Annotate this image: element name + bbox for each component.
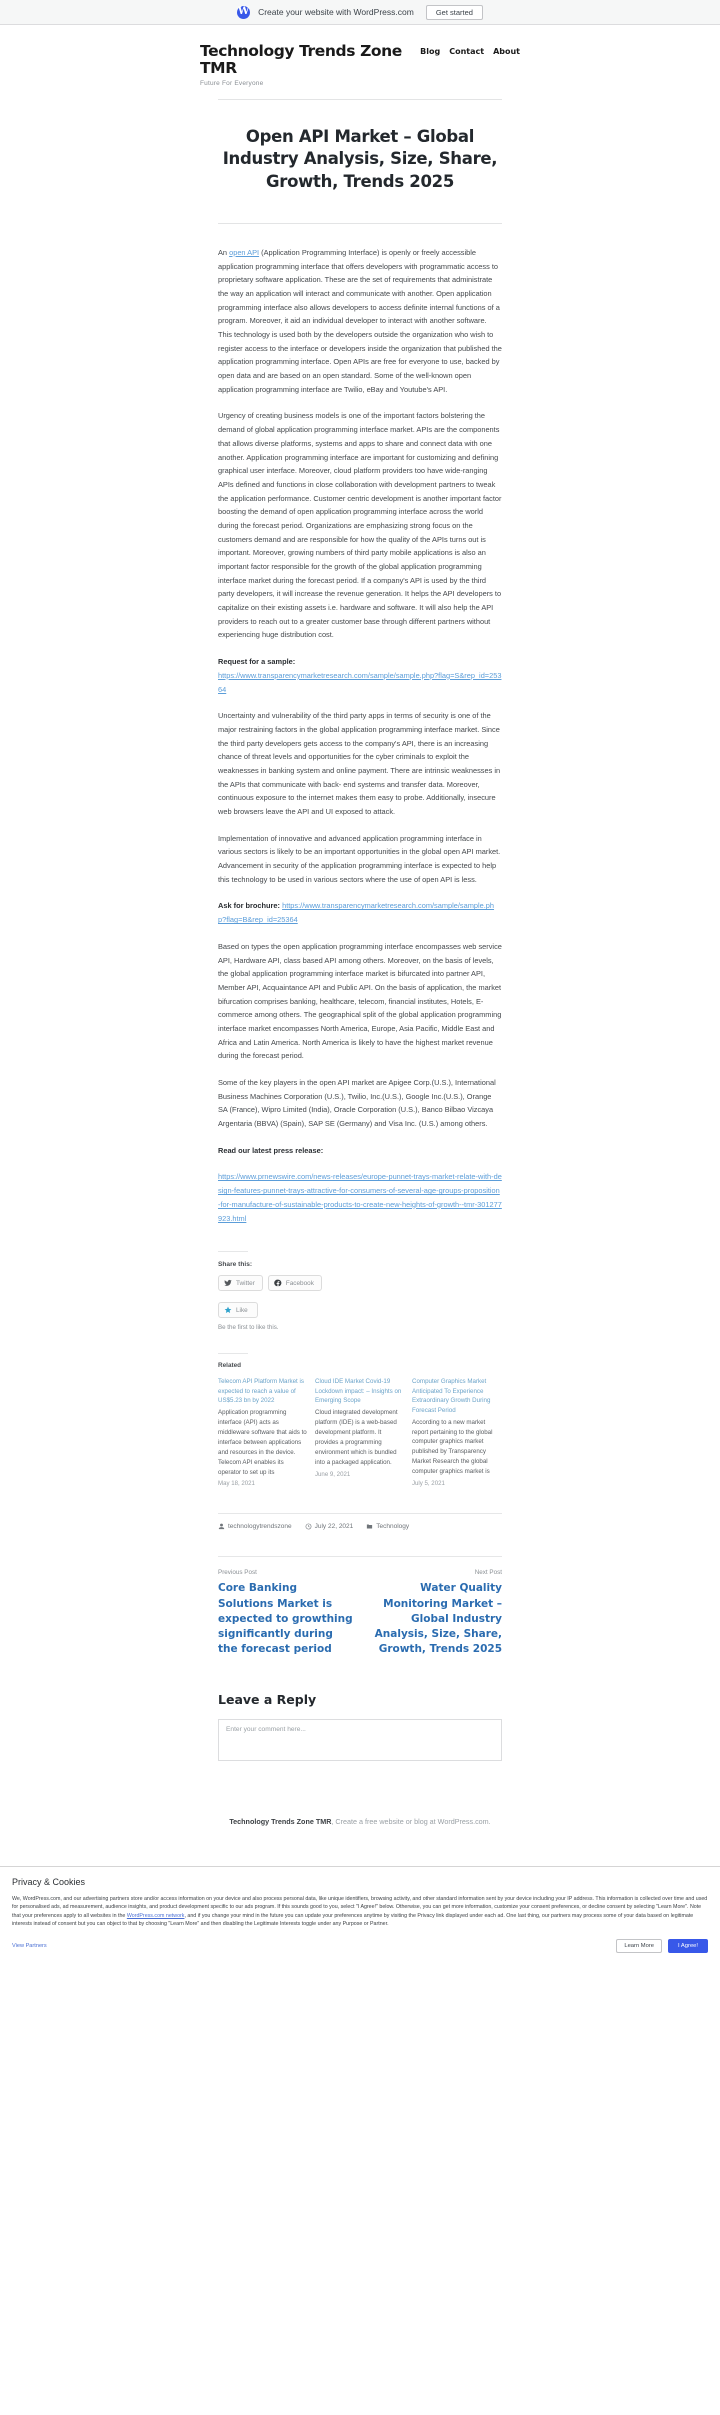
- share-section: Share this: Twitter Facebook Like Be the…: [218, 1251, 502, 1331]
- comment-input[interactable]: Enter your comment here...: [218, 1718, 502, 1761]
- next-post-label: Next Post: [474, 1569, 502, 1577]
- related-grid: Telecom API Platform Market is expected …: [218, 1377, 502, 1487]
- paragraph-4: Implementation of innovative and advance…: [218, 833, 501, 884]
- paragraph-1-pre: An: [218, 247, 230, 257]
- share-twitter-label: Twitter: [236, 1279, 255, 1287]
- folder-icon: [367, 1524, 373, 1530]
- star-icon: [224, 1306, 232, 1314]
- related-divider: [218, 1353, 248, 1355]
- cookie-banner-actions: View Partners Learn More I Agree!: [12, 1938, 708, 1953]
- related-post-date: June 9, 2021: [315, 1470, 351, 1478]
- paragraph-6: Some of the key players in the open API …: [218, 1078, 496, 1129]
- related-heading: Related: [218, 1362, 242, 1370]
- share-twitter-button[interactable]: Twitter: [218, 1275, 263, 1292]
- sample-request-block: Request for a sample: https://www.transp…: [218, 655, 502, 696]
- like-row: Like Be the first to like this.: [218, 1301, 502, 1331]
- brochure-block: Ask for brochure: https://www.transparen…: [218, 899, 502, 926]
- cookie-banner-title: Privacy & Cookies: [12, 1876, 86, 1887]
- promo-bar-text: Create your website with WordPress.com: [258, 7, 414, 17]
- nav-item-blog[interactable]: Blog: [420, 47, 440, 56]
- related-post-title[interactable]: Computer Graphics Market Anticipated To …: [412, 1377, 501, 1415]
- header-divider: [218, 99, 502, 101]
- paragraph-2: Urgency of creating business models is o…: [218, 411, 502, 640]
- sample-request-label: Request for a sample:: [218, 657, 296, 667]
- sample-request-link[interactable]: https://www.transparencymarketresearch.c…: [218, 671, 501, 694]
- site-title[interactable]: Technology Trends Zone TMR: [200, 42, 420, 77]
- leave-a-reply-heading: Leave a Reply: [218, 1691, 317, 1707]
- related-post-title[interactable]: Telecom API Platform Market is expected …: [218, 1377, 307, 1406]
- comment-form-section: Leave a Reply Enter your comment here...: [218, 1692, 502, 1761]
- entry-content: An open API (Application Programming Int…: [218, 246, 502, 1225]
- site-branding: Technology Trends Zone TMR Future For Ev…: [200, 42, 420, 88]
- view-partners-link[interactable]: View Partners: [12, 1943, 47, 1949]
- get-started-button[interactable]: Get started: [425, 4, 483, 20]
- article: Open API Market – Global Industry Analys…: [218, 126, 502, 1761]
- wordpress-network-link[interactable]: WordPress.com network: [127, 1913, 185, 1919]
- meta-category-label: Technology: [376, 1523, 410, 1531]
- clock-icon: [305, 1524, 311, 1530]
- share-facebook-label: Facebook: [285, 1279, 314, 1287]
- meta-author[interactable]: technologytrendszone: [218, 1523, 292, 1530]
- list-item: Computer Graphics Market Anticipated To …: [412, 1377, 501, 1487]
- press-release-link[interactable]: https://www.prnewswire.com/news-releases…: [218, 1172, 502, 1222]
- paragraph-5: Based on types the open application prog…: [218, 941, 502, 1061]
- footer-credit[interactable]: , Create a free website or blog at WordP…: [331, 1817, 490, 1826]
- related-post-excerpt: Application programming interface (API) …: [218, 1409, 307, 1476]
- related-post-date: May 18, 2021: [218, 1480, 255, 1488]
- primary-navigation: Blog Contact About: [420, 43, 520, 56]
- facebook-icon: [274, 1279, 282, 1287]
- like-button-label: Like: [236, 1306, 248, 1314]
- previous-post-nav: Previous Post Core Banking Solutions Mar…: [218, 1569, 353, 1657]
- previous-post-link[interactable]: Core Banking Solutions Market is expecte…: [218, 1581, 353, 1657]
- learn-more-button[interactable]: Learn More: [616, 1938, 663, 1953]
- nav-item-about[interactable]: About: [493, 47, 520, 56]
- page-title: Open API Market – Global Industry Analys…: [222, 127, 498, 191]
- site-tagline: Future For Everyone: [200, 80, 264, 88]
- site-header: Technology Trends Zone TMR Future For Ev…: [200, 25, 520, 99]
- list-item: Cloud IDE Market Covid-19 Lockdown impac…: [315, 1377, 404, 1487]
- nav-item-contact[interactable]: Contact: [449, 47, 484, 56]
- cookie-consent-banner: Privacy & Cookies We, WordPress.com, and…: [0, 1865, 720, 1965]
- open-api-link[interactable]: open API: [229, 248, 259, 257]
- paragraph-1: An open API (Application Programming Int…: [218, 246, 502, 397]
- like-note: Be the first to like this.: [218, 1324, 279, 1332]
- related-post-excerpt: Cloud integrated development platform (I…: [315, 1409, 398, 1466]
- share-divider: [218, 1251, 248, 1253]
- site-footer: Technology Trends Zone TMR, Create a fre…: [0, 1801, 720, 1866]
- i-agree-button[interactable]: I Agree!: [668, 1938, 708, 1953]
- user-icon: [218, 1524, 225, 1530]
- cookie-banner-body: We, WordPress.com, and our advertising p…: [12, 1895, 708, 1929]
- cookie-button-group: Learn More I Agree!: [616, 1938, 708, 1953]
- next-post-link[interactable]: Water Quality Monitoring Market – Global…: [367, 1581, 502, 1657]
- post-navigation: Previous Post Core Banking Solutions Mar…: [218, 1556, 502, 1657]
- footer-site-name[interactable]: Technology Trends Zone TMR: [229, 1817, 331, 1826]
- related-post-date: July 5, 2021: [412, 1480, 445, 1488]
- meta-author-label: technologytrendszone: [228, 1523, 292, 1531]
- previous-post-label: Previous Post: [218, 1569, 257, 1577]
- next-post-nav: Next Post Water Quality Monitoring Marke…: [367, 1569, 502, 1657]
- share-facebook-button[interactable]: Facebook: [267, 1275, 322, 1292]
- title-divider: [218, 222, 502, 224]
- meta-date-label: July 22, 2021: [314, 1523, 354, 1531]
- paragraph-1-post: (Application Programming Interface) is o…: [218, 247, 502, 394]
- related-post-excerpt: According to a new market report pertain…: [412, 1418, 493, 1476]
- list-item: Telecom API Platform Market is expected …: [218, 1377, 307, 1487]
- meta-date[interactable]: July 22, 2021: [305, 1523, 354, 1531]
- brochure-label: Ask for brochure:: [218, 901, 281, 911]
- wordpress-promo-bar: W Create your website with WordPress.com…: [0, 0, 720, 25]
- meta-category[interactable]: Technology: [366, 1523, 409, 1530]
- press-release-block: https://www.prnewswire.com/news-releases…: [218, 1170, 502, 1225]
- like-button[interactable]: Like: [218, 1302, 258, 1319]
- press-release-label-text: Read our latest press release:: [218, 1145, 324, 1155]
- entry-meta: technologytrendszone July 22, 2021 Techn…: [218, 1513, 502, 1530]
- share-heading: Share this:: [218, 1261, 253, 1269]
- related-posts-section: Related Telecom API Platform Market is e…: [218, 1353, 502, 1487]
- wordpress-logo-icon: W: [237, 5, 251, 19]
- press-release-label: Read our latest press release:: [218, 1144, 502, 1158]
- twitter-icon: [224, 1280, 232, 1287]
- related-post-title[interactable]: Cloud IDE Market Covid-19 Lockdown impac…: [315, 1377, 404, 1406]
- paragraph-3: Uncertainty and vulnerability of the thi…: [218, 711, 501, 817]
- share-buttons: Twitter Facebook: [218, 1275, 502, 1292]
